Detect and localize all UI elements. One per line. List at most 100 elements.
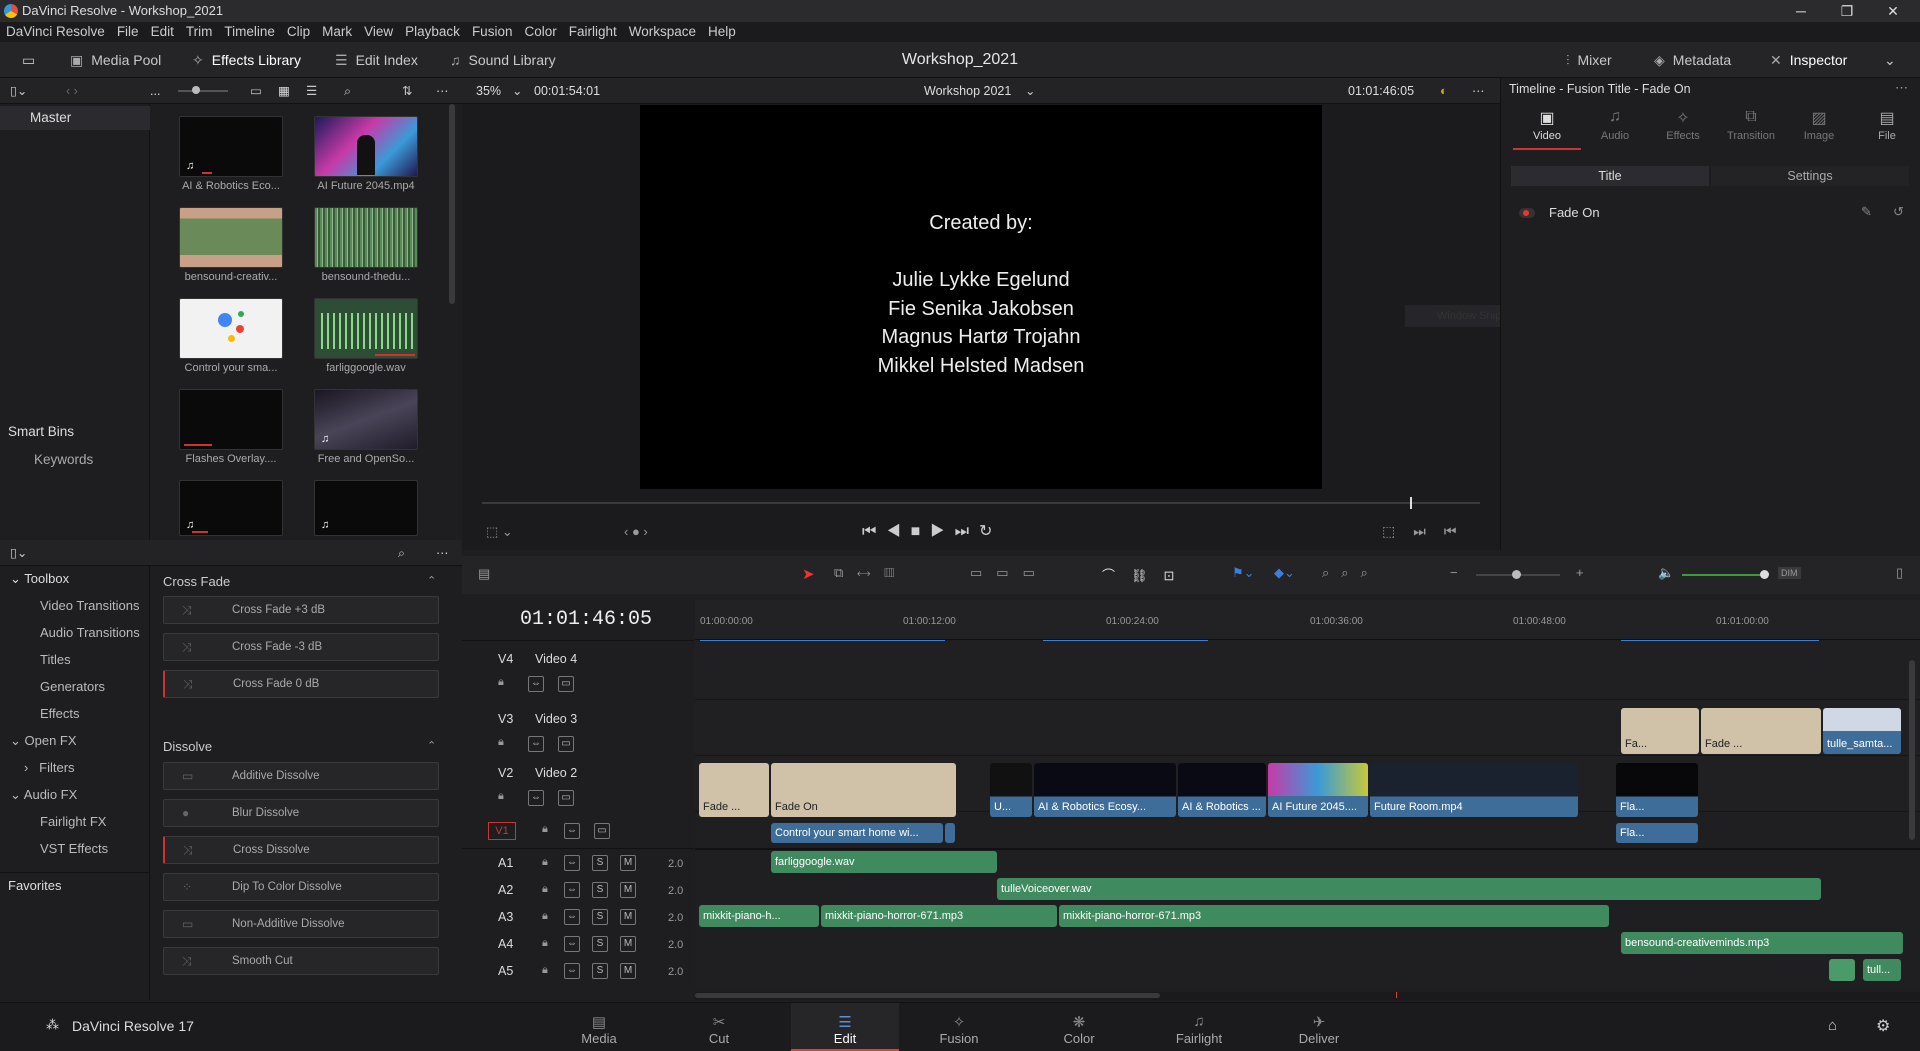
media-thumb[interactable]: [314, 207, 418, 268]
track-enable-icon[interactable]: ▭: [558, 736, 574, 752]
clip-v2-fusion[interactable]: Fade ...: [699, 763, 769, 817]
auto-select-icon[interactable]: ⇔: [564, 882, 580, 898]
page-cut[interactable]: ✂ Cut: [671, 1003, 767, 1051]
track-scrollbar[interactable]: [1909, 660, 1915, 840]
minimize-button[interactable]: ─: [1778, 0, 1824, 22]
settings-gear-icon[interactable]: ⚙: [1876, 1016, 1890, 1036]
track-name[interactable]: Video 4: [535, 652, 577, 666]
scrubber-bar[interactable]: [482, 502, 1480, 504]
marker-icon[interactable]: ◆⌄: [1274, 565, 1295, 581]
solo-button[interactable]: S: [592, 882, 608, 898]
clip-v3-video[interactable]: tulle_samta...: [1823, 708, 1901, 754]
track-enable-icon[interactable]: ▭: [594, 823, 610, 839]
timeline-ruler[interactable]: 01:00:00:00 01:00:12:00 01:00:24:00 01:0…: [695, 600, 1920, 642]
clip-a5-audio[interactable]: tull...: [1863, 959, 1901, 981]
auto-select-icon[interactable]: ⇔: [564, 909, 580, 925]
menu-playback[interactable]: Playback: [399, 22, 466, 42]
inspector-options-icon[interactable]: ⋯: [1895, 80, 1908, 96]
close-button[interactable]: ✕: [1870, 0, 1916, 22]
media-thumb[interactable]: ♫: [179, 480, 283, 536]
timeline-dropdown-icon[interactable]: ⌄: [1025, 78, 1035, 104]
search-icon[interactable]: ⌕: [344, 78, 351, 104]
zoom-knob[interactable]: [1512, 570, 1521, 579]
toolbox-generators[interactable]: Generators: [0, 674, 150, 700]
effect-cross-fade-plus3[interactable]: ⤨ Cross Fade +3 dB: [163, 596, 439, 624]
tab-audio[interactable]: ♫ Audio: [1581, 108, 1649, 142]
page-fairlight[interactable]: ♫ Fairlight: [1151, 1003, 1247, 1051]
clip-a4-audio[interactable]: bensound-creativeminds.mp3: [1621, 932, 1903, 954]
auto-select-icon[interactable]: ⇔: [528, 790, 544, 806]
insert-tools[interactable]: ▭▭▭: [970, 565, 1049, 581]
media-thumb[interactable]: [314, 116, 418, 177]
subtab-settings[interactable]: Settings: [1711, 166, 1909, 186]
page-fusion[interactable]: ✧ Fusion: [911, 1003, 1007, 1051]
lock-icon[interactable]: 🔒︎: [498, 676, 504, 689]
media-thumb[interactable]: [179, 298, 283, 359]
maximize-button[interactable]: ❐: [1824, 0, 1870, 22]
toolbox-header[interactable]: ⌄ Toolbox: [0, 566, 150, 592]
effects-search-icon[interactable]: ⌕: [398, 540, 405, 566]
menu-edit[interactable]: Edit: [145, 22, 180, 42]
grid-view-icon[interactable]: ▦: [278, 78, 290, 104]
clip-a2-audio[interactable]: tulleVoiceover.wav: [997, 878, 1821, 900]
menu-timeline[interactable]: Timeline: [218, 22, 281, 42]
zoom-level[interactable]: 35%: [476, 78, 501, 104]
edit-tools[interactable]: ⧉⟷▥: [834, 565, 908, 581]
options-icon[interactable]: ⋯: [436, 78, 449, 104]
auto-select-icon[interactable]: ⇔: [528, 736, 544, 752]
dim-button[interactable]: DIM: [1778, 567, 1801, 579]
effect-cross-fade-0[interactable]: ⤨ Cross Fade 0 dB: [163, 670, 439, 698]
page-media[interactable]: ▤ Media: [551, 1003, 647, 1051]
clip-a1-audio[interactable]: farliggoogle.wav: [771, 851, 997, 873]
loop-controls[interactable]: ⬚⏭⏮: [1382, 523, 1474, 540]
clip-v2-video[interactable]: AI Future 2045....: [1268, 763, 1368, 817]
volume-slider[interactable]: [1682, 574, 1762, 576]
selection-tool-icon[interactable]: ➤: [802, 565, 815, 583]
clip-v1-video[interactable]: Control your smart home wi...: [771, 823, 943, 843]
lock-icon[interactable]: 🔒︎: [542, 910, 548, 923]
media-thumb[interactable]: ♫: [179, 116, 283, 177]
audio-fx-header[interactable]: ⌄ Audio FX: [0, 782, 150, 808]
meter-icon[interactable]: ▯: [1896, 565, 1903, 581]
mute-button[interactable]: M: [620, 909, 636, 925]
tab-transition[interactable]: ⧉ Transition: [1717, 108, 1785, 142]
timeline-name[interactable]: Workshop 2021: [924, 78, 1011, 104]
sort-icon[interactable]: ⇅: [402, 78, 412, 104]
thumb-size-slider[interactable]: [178, 90, 228, 92]
menu-trim[interactable]: Trim: [180, 22, 219, 42]
bin-keywords[interactable]: Keywords: [0, 448, 150, 472]
zoom-dropdown-icon[interactable]: ⌄: [512, 78, 522, 104]
zoom-mode-icons[interactable]: ⌕⌕⌕: [1322, 565, 1380, 581]
zoom-out-icon[interactable]: −: [1450, 565, 1458, 580]
timeline-scrollbar[interactable]: [695, 993, 1160, 998]
lock-icon[interactable]: 🔒︎: [542, 883, 548, 896]
mute-button[interactable]: M: [620, 936, 636, 952]
fusion-edit-icon[interactable]: ✎: [1861, 204, 1872, 220]
lock-icon[interactable]: 🔒︎: [542, 937, 548, 950]
toolbox-titles[interactable]: Titles: [0, 647, 150, 673]
solo-button[interactable]: S: [592, 855, 608, 871]
clip-v2-fade-on[interactable]: Fade On: [771, 763, 956, 817]
flag-icon[interactable]: ⚑⌄: [1232, 565, 1255, 581]
effect-smooth-cut[interactable]: ⤨ Smooth Cut: [163, 947, 439, 975]
menu-help[interactable]: Help: [702, 22, 742, 42]
home-icon[interactable]: ⌂: [1828, 1017, 1837, 1034]
clip-nav-icon[interactable]: ‹ ● ›: [624, 524, 648, 539]
effects-library-button[interactable]: ✧ Effects Library: [192, 42, 301, 78]
menu-view[interactable]: View: [358, 22, 399, 42]
effects-options-icon[interactable]: ⋯: [436, 540, 449, 566]
volume-knob[interactable]: [1760, 570, 1769, 579]
collapse-up-icon[interactable]: ⌃: [427, 739, 436, 752]
menu-workspace[interactable]: Workspace: [623, 22, 702, 42]
favorites-header[interactable]: Favorites: [0, 872, 150, 898]
monitor-icon[interactable]: ▭: [22, 42, 35, 78]
subtab-title[interactable]: Title: [1511, 166, 1709, 186]
menu-color[interactable]: Color: [518, 22, 562, 42]
track-enable-icon[interactable]: ▭: [558, 790, 574, 806]
v1-source-patch[interactable]: V1: [488, 822, 516, 840]
snap-link-lock-tools[interactable]: ⌒⛓⊡: [1102, 565, 1190, 584]
media-thumb[interactable]: ♫: [314, 480, 418, 536]
effect-cross-fade-minus3[interactable]: ⤨ Cross Fade -3 dB: [163, 633, 439, 661]
mute-button[interactable]: M: [620, 882, 636, 898]
effect-blur-dissolve[interactable]: ● Blur Dissolve: [163, 799, 439, 827]
